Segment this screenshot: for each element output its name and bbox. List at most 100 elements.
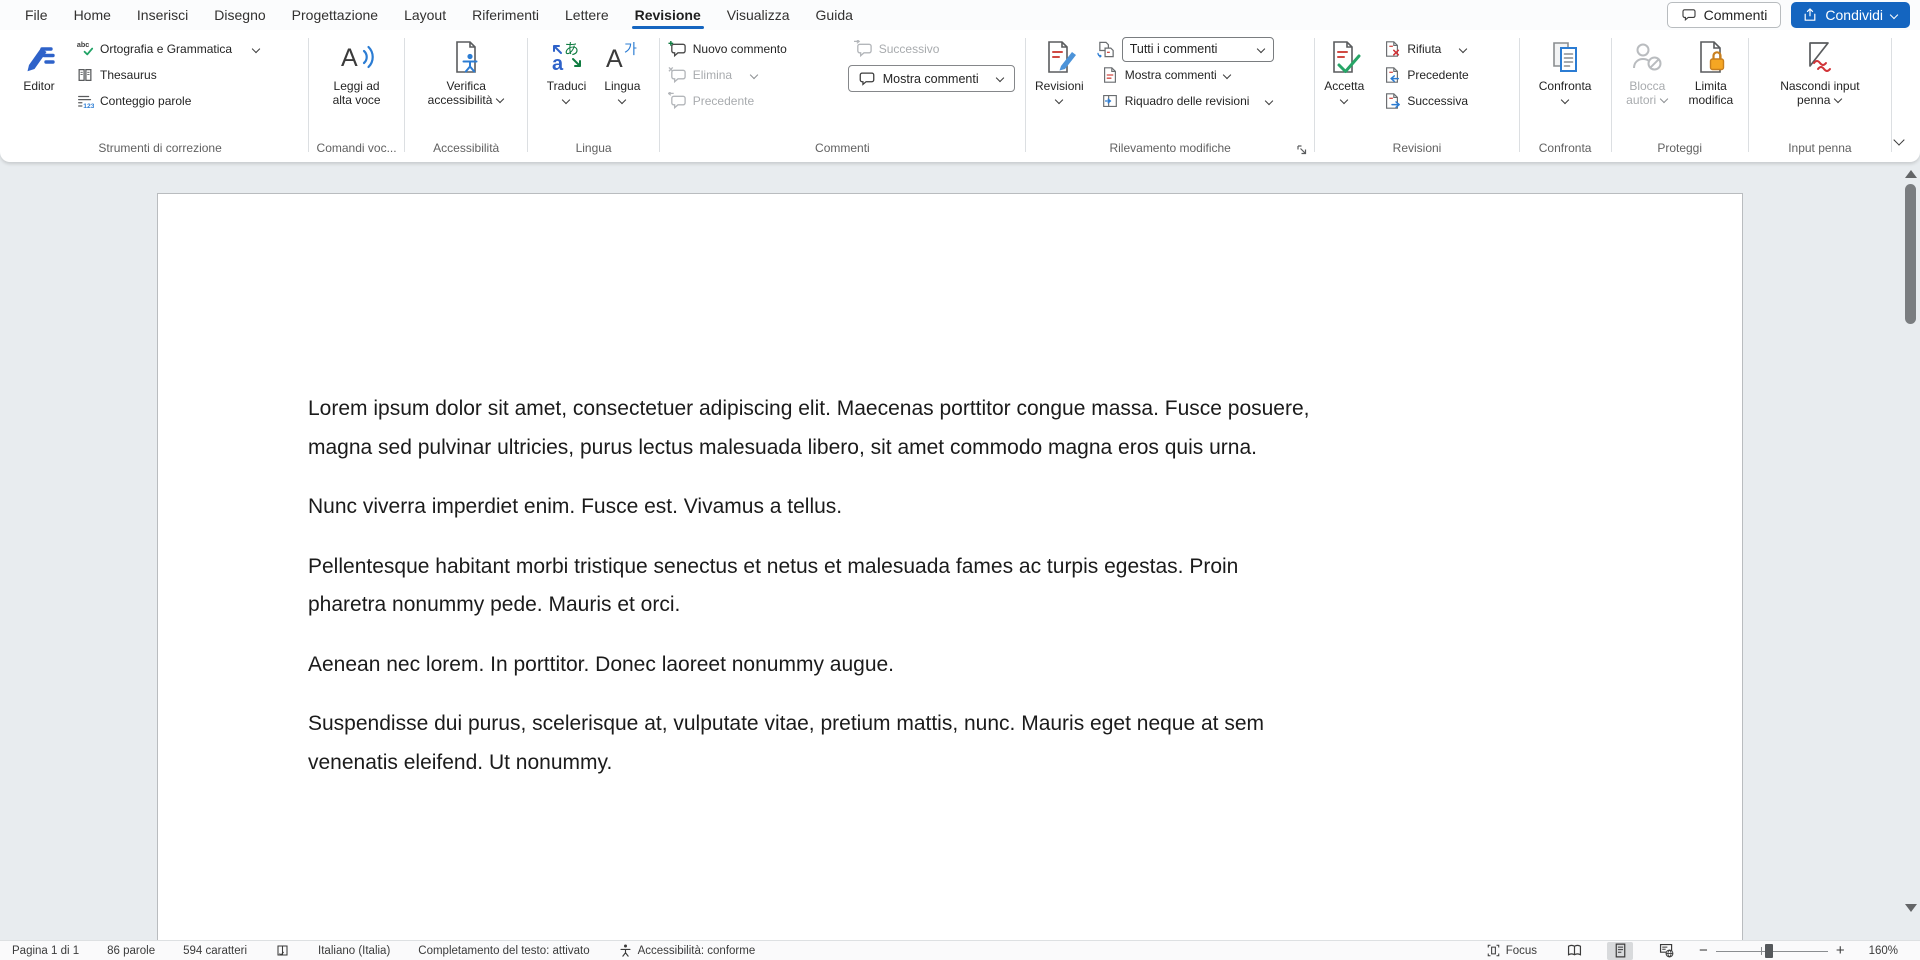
block-authors-button[interactable]: Blocca autori [1619, 36, 1675, 107]
thesaurus-button[interactable]: Thesaurus [70, 62, 267, 88]
tab-disegno[interactable]: Disegno [201, 0, 278, 30]
show-comments-button[interactable]: Mostra commenti [848, 65, 1015, 92]
tab-revisione[interactable]: Revisione [622, 0, 714, 30]
tab-inserisci[interactable]: Inserisci [124, 0, 201, 30]
read-mode-icon [1566, 942, 1583, 959]
translate-button[interactable]: あa Traduci [540, 36, 594, 105]
word-count-label: 86 parole [107, 945, 155, 957]
spelling-grammar-button[interactable]: abc Ortografia e Grammatica [70, 36, 267, 62]
collapse-ribbon-button[interactable] [1894, 134, 1906, 152]
tab-file[interactable]: File [12, 0, 61, 30]
accessibility-status[interactable]: Accessibilità: conforme [604, 941, 770, 960]
zoom-out-button[interactable]: − [1699, 943, 1708, 958]
editor-label: Editor [23, 79, 54, 93]
reject-button[interactable]: Rifiuta [1377, 36, 1474, 62]
check-accessibility-button[interactable]: Verifica accessibilità [421, 36, 512, 107]
tab-layout[interactable]: Layout [391, 0, 459, 30]
chevron-down-icon[interactable] [996, 74, 1005, 83]
comment-icon [1681, 7, 1697, 23]
language-button[interactable]: A가 Lingua [597, 36, 647, 105]
print-layout-icon [1612, 942, 1629, 959]
web-layout-button[interactable] [1653, 942, 1679, 960]
previous-change-button[interactable]: Precedente [1377, 62, 1474, 88]
word-count-indicator[interactable]: 86 parole [93, 941, 169, 960]
scroll-up-arrow[interactable] [1905, 170, 1917, 178]
next-change-button[interactable]: Successiva [1377, 88, 1474, 114]
display-for-review-combobox[interactable]: Tutti i commenti [1122, 37, 1274, 62]
word-count-label: Conteggio parole [100, 94, 191, 108]
paragraph[interactable]: Nunc viverra imperdiet enim. Fusce est. … [308, 488, 1592, 527]
group-lingua: あa Traduci A가 Lingua Lingua [530, 32, 656, 162]
zoom-slider-thumb[interactable] [1765, 944, 1773, 958]
print-layout-button[interactable] [1607, 942, 1633, 960]
show-markup-button[interactable]: Mostra commenti [1095, 62, 1281, 88]
accept-button[interactable]: Accetta [1317, 36, 1371, 105]
chevron-down-icon[interactable] [1561, 96, 1570, 105]
next-comment-button[interactable]: Successivo [848, 36, 1015, 62]
proofing-status[interactable] [261, 941, 304, 960]
chevron-down-icon[interactable] [1265, 97, 1274, 106]
focus-icon [1486, 943, 1501, 958]
text-prediction-indicator[interactable]: Completamento del testo: attivato [404, 941, 603, 960]
chevron-down-icon[interactable] [1223, 71, 1232, 80]
chevron-down-icon[interactable] [618, 96, 627, 105]
compare-button[interactable]: Confronta [1532, 36, 1599, 105]
tab-lettere[interactable]: Lettere [552, 0, 622, 30]
language-indicator[interactable]: Italiano (Italia) [304, 941, 404, 960]
track-changes-button[interactable]: Revisioni [1028, 36, 1091, 105]
chevron-down-icon[interactable] [1055, 96, 1064, 105]
restrict-editing-button[interactable]: Limita modifica [1682, 36, 1741, 107]
document-page[interactable]: Lorem ipsum dolor sit amet, consectetuer… [157, 193, 1743, 940]
reviewing-pane-button[interactable]: Riquadro delle revisioni [1095, 88, 1281, 114]
tab-guida[interactable]: Guida [803, 0, 866, 30]
group-separator [1891, 38, 1892, 152]
scrollbar-thumb[interactable] [1905, 184, 1916, 324]
dialog-launcher-icon[interactable] [1296, 144, 1308, 156]
chevron-down-icon[interactable] [252, 45, 261, 54]
scroll-down-arrow[interactable] [1905, 904, 1917, 912]
group-input-penna: Nascondi input penna Input penna [1751, 32, 1889, 162]
share-button[interactable]: Condividi [1791, 2, 1910, 28]
zoom-in-button[interactable]: + [1836, 943, 1845, 958]
tab-riferimenti[interactable]: Riferimenti [459, 0, 552, 30]
page-indicator[interactable]: Pagina 1 di 1 [8, 941, 93, 960]
zoom-level-label: 160% [1869, 945, 1898, 957]
paragraph[interactable]: Aenean nec lorem. In porttitor. Donec la… [308, 646, 1592, 685]
paragraph[interactable]: Pellentesque habitant morbi tristique se… [308, 548, 1592, 625]
character-count-indicator[interactable]: 594 caratteri [169, 941, 261, 960]
read-mode-button[interactable] [1561, 942, 1587, 960]
hide-ink-button[interactable]: Nascondi input penna [1773, 36, 1866, 107]
tab-progettazione[interactable]: Progettazione [279, 0, 391, 30]
new-comment-button[interactable]: Nuovo commento [662, 36, 840, 62]
read-aloud-button[interactable]: A Leggi ad alta voce [326, 36, 388, 107]
comments-button[interactable]: Commenti [1667, 2, 1782, 28]
share-icon [1802, 7, 1818, 23]
tab-home[interactable]: Home [61, 0, 124, 30]
chevron-down-icon[interactable] [1459, 45, 1468, 54]
zoom-slider[interactable] [1716, 944, 1828, 958]
word-count-button[interactable]: 123 Conteggio parole [70, 88, 267, 114]
zoom-level-button[interactable]: 160% [1855, 945, 1912, 957]
tab-visualizza[interactable]: Visualizza [714, 0, 803, 30]
focus-mode-button[interactable]: Focus [1482, 943, 1551, 958]
delete-comment-button[interactable]: Elimina [662, 62, 840, 88]
group-label: Accessibilità [407, 140, 525, 162]
chevron-down-icon[interactable] [1834, 95, 1843, 104]
chevron-down-icon [1894, 135, 1906, 147]
svg-text:a: a [552, 53, 564, 75]
svg-text:A: A [341, 44, 358, 72]
svg-text:あ: あ [564, 41, 579, 58]
group-label: Lingua [530, 140, 656, 162]
chevron-down-icon[interactable] [496, 95, 505, 104]
editor-button[interactable]: Editor [14, 36, 64, 93]
paragraph[interactable]: Suspendisse dui purus, scelerisque at, v… [308, 705, 1592, 782]
chevron-down-icon[interactable] [1340, 96, 1349, 105]
vertical-scrollbar[interactable] [1903, 162, 1918, 940]
compare-icon [1547, 39, 1583, 75]
previous-comment-button[interactable]: Precedente [662, 88, 840, 114]
check-accessibility-label: Verifica accessibilità [428, 79, 493, 107]
chevron-down-icon[interactable] [562, 96, 571, 105]
comment-next-icon [854, 40, 873, 59]
paragraph[interactable]: Lorem ipsum dolor sit amet, consectetuer… [308, 390, 1592, 467]
show-comments-label: Mostra commenti [883, 72, 979, 86]
